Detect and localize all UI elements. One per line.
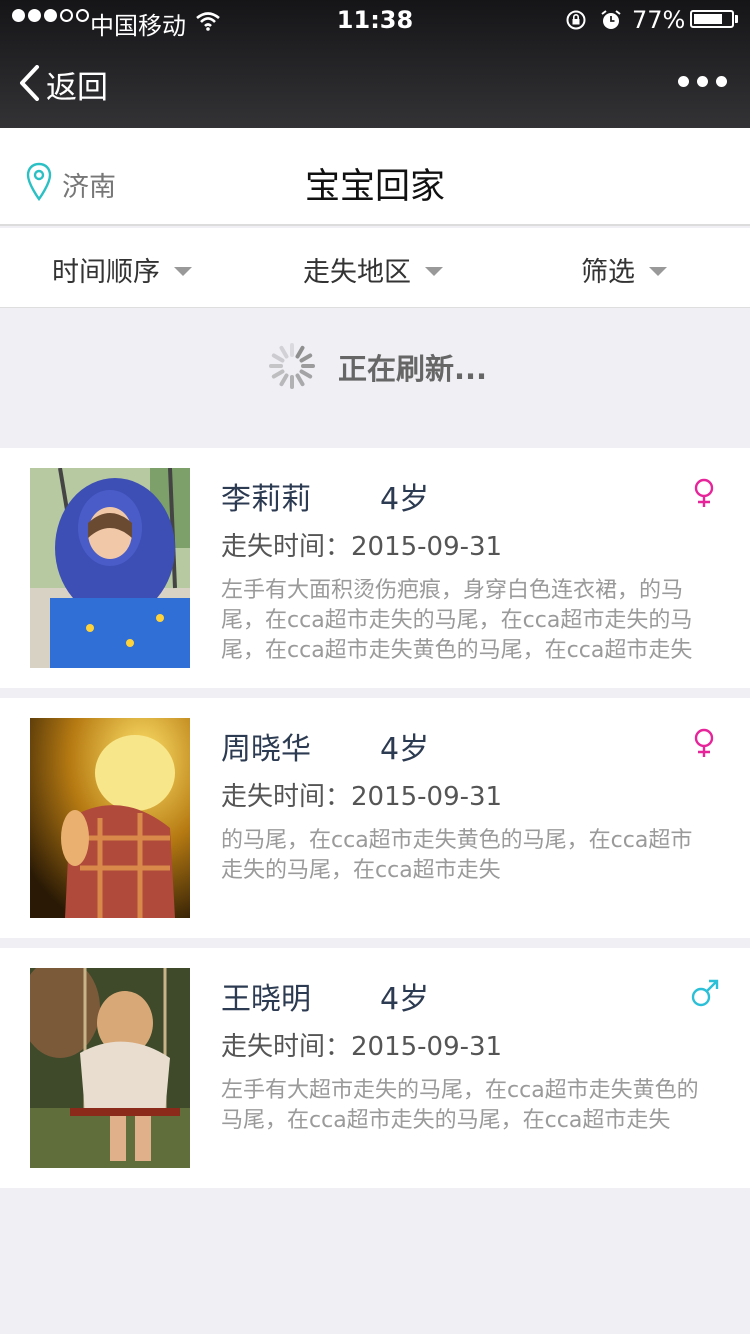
rotation-lock-icon <box>565 9 587 37</box>
child-photo <box>30 718 190 918</box>
child-description: 左手有大面积烫伤疤痕，身穿白色连衣裙，的马尾，在cca超市走失的马尾，在cca超… <box>221 578 693 663</box>
female-icon <box>690 478 718 512</box>
filter-label: 时间顺序 <box>52 257 160 288</box>
filter-label: 走失地区 <box>303 257 411 288</box>
refresh-label: 正在刷新... <box>338 352 488 386</box>
lost-time: 走失时间：2015-09-31 <box>221 1032 503 1062</box>
child-name: 李莉莉 <box>221 482 311 517</box>
top-bar: 中国移动 11:38 77% 返回 <box>0 0 750 128</box>
child-description: 左手有大超市走失的马尾，在cca超市走失黄色的马尾，在cca超市走失的马尾，在c… <box>221 1078 699 1133</box>
dropdown-arrow-icon <box>649 267 667 276</box>
chevron-left-icon <box>18 64 40 105</box>
status-bar: 中国移动 11:38 77% <box>0 0 750 40</box>
dropdown-arrow-icon <box>174 267 192 276</box>
pull-to-refresh: 正在刷新... <box>0 308 750 448</box>
female-icon <box>690 728 718 762</box>
child-photo <box>30 968 190 1168</box>
battery-percent: 77% <box>632 6 686 34</box>
filter-time-order[interactable]: 时间顺序 <box>52 250 192 289</box>
more-dots-icon[interactable] <box>678 76 727 87</box>
list-item[interactable]: 王晓明 4岁 走失时间：2015-09-31 左手有大超市走失的马尾，在cca超… <box>0 948 750 1188</box>
alarm-icon <box>600 9 622 37</box>
filter-bar: 时间顺序 走失地区 筛选 <box>0 228 750 308</box>
loading-spinner-icon <box>268 342 316 394</box>
lost-time: 走失时间：2015-09-31 <box>221 782 503 812</box>
dropdown-arrow-icon <box>425 267 443 276</box>
filter-screen[interactable]: 筛选 <box>581 250 667 289</box>
battery-icon <box>690 10 734 28</box>
page-title: 宝宝回家 <box>304 167 445 207</box>
child-description: 的马尾，在cca超市走失黄色的马尾，在cca超市走失的马尾，在cca超市走失 <box>221 828 693 883</box>
filter-label: 筛选 <box>581 257 635 288</box>
male-icon <box>690 978 720 1012</box>
list-item[interactable]: 李莉莉 4岁 走失时间：2015-09-31 左手有大面积烫伤疤痕，身穿白色连衣… <box>0 448 750 688</box>
page-header: 济南 宝宝回家 <box>0 128 750 226</box>
filter-lost-region[interactable]: 走失地区 <box>303 250 443 289</box>
child-name: 周晓华 <box>221 732 311 767</box>
child-age: 4岁 <box>380 982 430 1017</box>
back-button[interactable]: 返回 <box>18 62 108 107</box>
list-item[interactable]: 周晓华 4岁 走失时间：2015-09-31 的马尾，在cca超市走失黄色的马尾… <box>0 698 750 938</box>
child-name: 王晓明 <box>221 982 311 1017</box>
child-age: 4岁 <box>380 482 430 517</box>
child-photo <box>30 468 190 668</box>
child-age: 4岁 <box>380 732 430 767</box>
lost-time: 走失时间：2015-09-31 <box>221 532 503 562</box>
back-label: 返回 <box>46 70 108 106</box>
